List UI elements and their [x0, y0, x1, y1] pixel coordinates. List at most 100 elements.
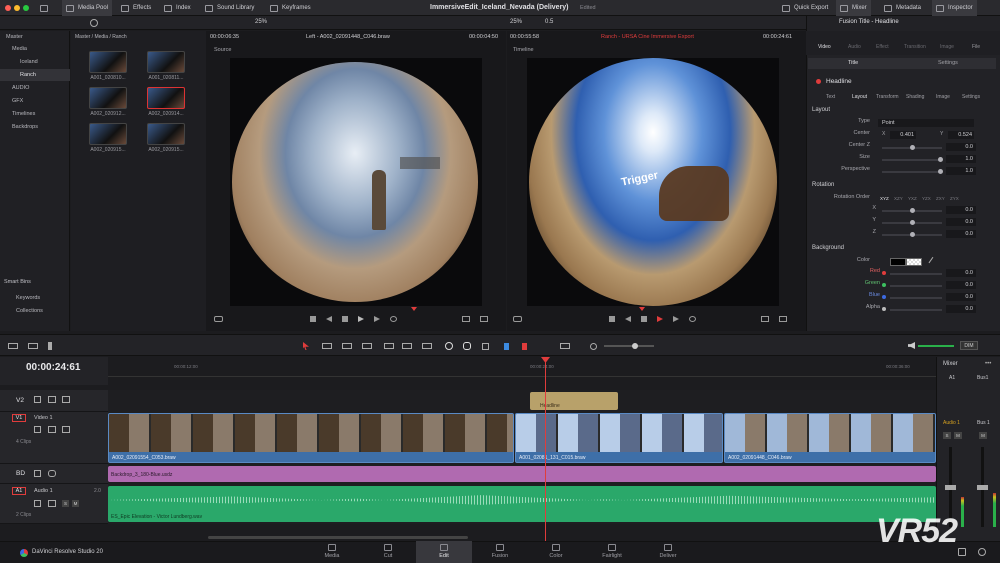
smart-bin-collections[interactable]: Collections — [0, 305, 70, 317]
green-field[interactable]: 0.0 — [946, 281, 976, 289]
clip-thumbnail[interactable] — [89, 123, 127, 145]
loop-icon[interactable] — [689, 316, 696, 322]
subtab-title[interactable]: Title — [848, 60, 858, 66]
play-icon[interactable] — [657, 316, 663, 322]
bin-timelines[interactable]: Timelines — [0, 108, 70, 120]
color-swatch-black[interactable] — [890, 258, 906, 266]
node-enable-icon[interactable] — [816, 79, 821, 84]
video-clip[interactable]: A001_02081_131_C015.braw — [515, 413, 723, 463]
blue-slider[interactable] — [890, 297, 942, 299]
sound-library-button[interactable]: Sound Library — [201, 0, 258, 16]
rotation-order-xyz[interactable]: XYZ — [880, 196, 889, 201]
type-dropdown[interactable]: Point — [878, 119, 974, 127]
tab-video[interactable]: Video — [818, 44, 831, 50]
home-icon[interactable] — [958, 548, 966, 556]
node-tab-image[interactable]: Image — [936, 94, 950, 100]
tab-image[interactable]: Image — [940, 44, 954, 50]
marker-icon[interactable] — [522, 343, 527, 350]
step-forward-icon[interactable] — [673, 316, 679, 322]
snapping-icon[interactable] — [445, 342, 453, 350]
audio-monitor-icon[interactable] — [48, 342, 52, 350]
lock-track-icon[interactable] — [34, 500, 41, 507]
zoom-full-icon[interactable] — [560, 343, 570, 349]
zoom-window-icon[interactable] — [23, 5, 29, 11]
timeline-mode-dropdown[interactable]: Timeline — [513, 44, 534, 56]
keyframes-button[interactable]: Keyframes — [266, 0, 315, 16]
blade-tool-icon[interactable] — [362, 343, 372, 349]
viewer-options-icon[interactable] — [214, 316, 223, 322]
settings-icon[interactable] — [978, 548, 986, 556]
quick-export-button[interactable]: Quick Export — [778, 0, 832, 16]
go-to-start-icon[interactable] — [609, 316, 615, 322]
mark-in-icon[interactable] — [761, 316, 769, 322]
rotation-order-zyx[interactable]: ZYX — [950, 196, 959, 201]
node-tab-settings[interactable]: Settings — [962, 94, 980, 100]
bin-master[interactable]: Master — [0, 31, 70, 43]
metadata-button[interactable]: Metadata — [880, 0, 925, 16]
auto-select-icon[interactable] — [48, 396, 56, 403]
rotation-section-header[interactable]: Rotation — [812, 182, 834, 188]
a1-fader-handle[interactable] — [945, 485, 956, 490]
solo-button[interactable]: S — [62, 500, 69, 507]
audio-clip[interactable]: ES_Epic Elevation - Victor Lundberg.wav — [108, 486, 936, 522]
title-overlay-text[interactable]: Trigger — [620, 169, 659, 188]
timeline-view-icon[interactable] — [28, 343, 38, 349]
page-color[interactable]: Color — [528, 541, 584, 563]
video-clip[interactable]: A002_02091554_C053.braw — [108, 413, 514, 463]
linked-selection-icon[interactable] — [463, 342, 471, 350]
rotation-order-yxz[interactable]: YXZ — [908, 196, 917, 201]
rotation-z-field[interactable]: 0.0 — [946, 230, 976, 238]
timeline-playhead[interactable] — [545, 359, 546, 541]
dynamic-trim-icon[interactable] — [342, 343, 352, 349]
bin-ranch[interactable]: Ranch — [0, 69, 70, 81]
rotation-y-field[interactable]: 0.0 — [946, 218, 976, 226]
video-clip[interactable]: A002_02091448_C046.braw — [724, 413, 936, 463]
rotation-order-xzy[interactable]: XZY — [894, 196, 903, 201]
node-tab-layout[interactable]: Layout — [852, 94, 867, 100]
smart-bin-keywords[interactable]: Keywords — [0, 292, 70, 304]
page-fairlight[interactable]: Fairlight — [584, 541, 640, 563]
backdrop-clip[interactable]: Backdrop_3_180-Blue.usdz — [108, 466, 936, 482]
background-section-header[interactable]: Background — [812, 245, 844, 251]
replace-clip-icon[interactable] — [422, 343, 432, 349]
node-tab-shading[interactable]: Shading — [906, 94, 924, 100]
rotation-order-yzx[interactable]: YZX — [922, 196, 931, 201]
auto-select-icon[interactable] — [48, 426, 56, 433]
effects-button[interactable]: Effects — [117, 0, 155, 16]
subtab-settings[interactable]: Settings — [938, 60, 958, 66]
zoom-out-icon[interactable] — [590, 343, 597, 350]
title-clip-headline[interactable]: Headline — [530, 392, 618, 410]
panel-toggle-icon[interactable] — [36, 0, 52, 16]
tab-effect[interactable]: Effect — [876, 44, 889, 50]
window-controls[interactable] — [5, 5, 32, 13]
auto-select-icon[interactable] — [48, 500, 56, 507]
mark-out-icon[interactable] — [480, 316, 488, 322]
media-pool-button[interactable]: Media Pool — [62, 0, 113, 16]
step-back-icon[interactable] — [326, 316, 332, 322]
master-volume-slider[interactable] — [918, 345, 954, 347]
stop-icon[interactable] — [342, 316, 348, 322]
center-y-field[interactable]: 0.524 — [948, 131, 974, 139]
mute-button[interactable]: M — [954, 432, 962, 439]
green-slider[interactable] — [890, 285, 942, 287]
rotation-order-zxy[interactable]: ZXY — [936, 196, 945, 201]
rotation-y-slider[interactable] — [882, 220, 942, 225]
slider-knob-icon[interactable] — [90, 19, 98, 27]
timeline-name[interactable]: Ranch - URSA Cine Immersive Export — [601, 31, 694, 43]
track-id[interactable]: A1 — [12, 487, 26, 495]
rotation-x-slider[interactable] — [882, 208, 942, 213]
track-visibility-icon[interactable] — [62, 396, 70, 403]
close-window-icon[interactable] — [5, 5, 11, 11]
solo-button[interactable]: S — [943, 432, 951, 439]
bin-gfx[interactable]: GFX — [0, 95, 70, 107]
track-visibility-icon[interactable] — [62, 426, 70, 433]
tab-transition[interactable]: Transition — [904, 44, 926, 50]
layout-icon[interactable] — [8, 343, 18, 349]
volume-icon[interactable] — [908, 342, 915, 349]
step-back-icon[interactable] — [625, 316, 631, 322]
page-deliver[interactable]: Deliver — [640, 541, 696, 563]
immersive-icon[interactable] — [48, 470, 56, 477]
go-to-start-icon[interactable] — [310, 316, 316, 322]
source-mode-dropdown[interactable]: Source — [214, 44, 231, 56]
bus1-fader-handle[interactable] — [977, 485, 988, 490]
